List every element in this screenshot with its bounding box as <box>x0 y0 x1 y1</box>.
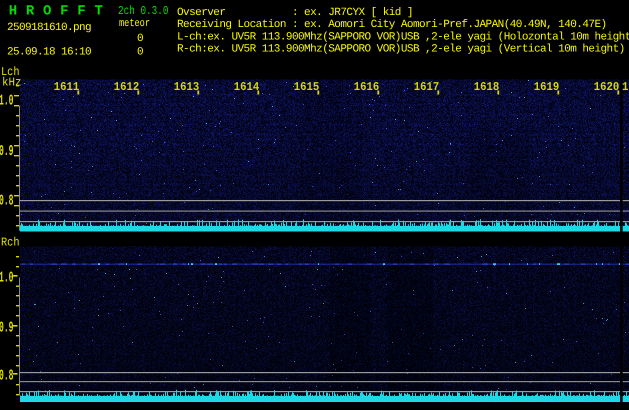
svg-text:1.0: 1.0 <box>0 93 14 110</box>
svg-text:1617: 1617 <box>414 80 439 94</box>
svg-text:0: 0 <box>137 33 144 45</box>
svg-text:HROFFT: HROFFT <box>9 3 112 19</box>
svg-text:Rch: Rch <box>1 235 20 249</box>
svg-text:L-ch:ex. UV5R 113.900Mhz(SAPPO: L-ch:ex. UV5R 113.900Mhz(SAPPORO VOR)USB… <box>177 31 629 43</box>
svg-text:0.8: 0.8 <box>0 193 14 210</box>
svg-text:0.9: 0.9 <box>0 319 14 336</box>
svg-text:0.9: 0.9 <box>0 143 14 160</box>
svg-text:R-ch:ex. UV5R 113.900Mhz(SAPPO: R-ch:ex. UV5R 113.900Mhz(SAPPORO VOR)USB… <box>177 43 625 55</box>
svg-text:1620: 1620 <box>594 80 619 94</box>
svg-text:1620: 1620 <box>622 80 629 94</box>
svg-text:1613: 1613 <box>174 80 199 94</box>
svg-text:1612: 1612 <box>114 80 139 94</box>
svg-text:1611: 1611 <box>54 80 79 94</box>
svg-text:1616: 1616 <box>354 80 379 94</box>
svg-text:1618: 1618 <box>474 80 499 94</box>
svg-text:Ovserver : ex. JR7CY: Ovserver : ex. JR7CYX [ kid ] <box>177 7 413 19</box>
svg-text:25.09.18 16:10: 25.09.18 16:10 <box>7 46 91 58</box>
svg-text:2509181610.png: 2509181610.png <box>7 22 91 34</box>
svg-text:kHz: kHz <box>2 76 22 90</box>
svg-text:meteor: meteor <box>119 18 150 30</box>
svg-text:Receiving Location : ex. Aomor: Receiving Location : ex. Aomori City Aom… <box>177 19 607 31</box>
svg-text:1.0: 1.0 <box>0 269 14 286</box>
svg-text:2ch 0.3.0: 2ch 0.3.0 <box>118 4 169 18</box>
svg-text:1615: 1615 <box>294 80 319 94</box>
svg-text:0: 0 <box>137 46 144 58</box>
svg-text:0.8: 0.8 <box>0 367 14 384</box>
svg-text:1619: 1619 <box>534 80 559 94</box>
svg-text:1614: 1614 <box>234 80 259 94</box>
